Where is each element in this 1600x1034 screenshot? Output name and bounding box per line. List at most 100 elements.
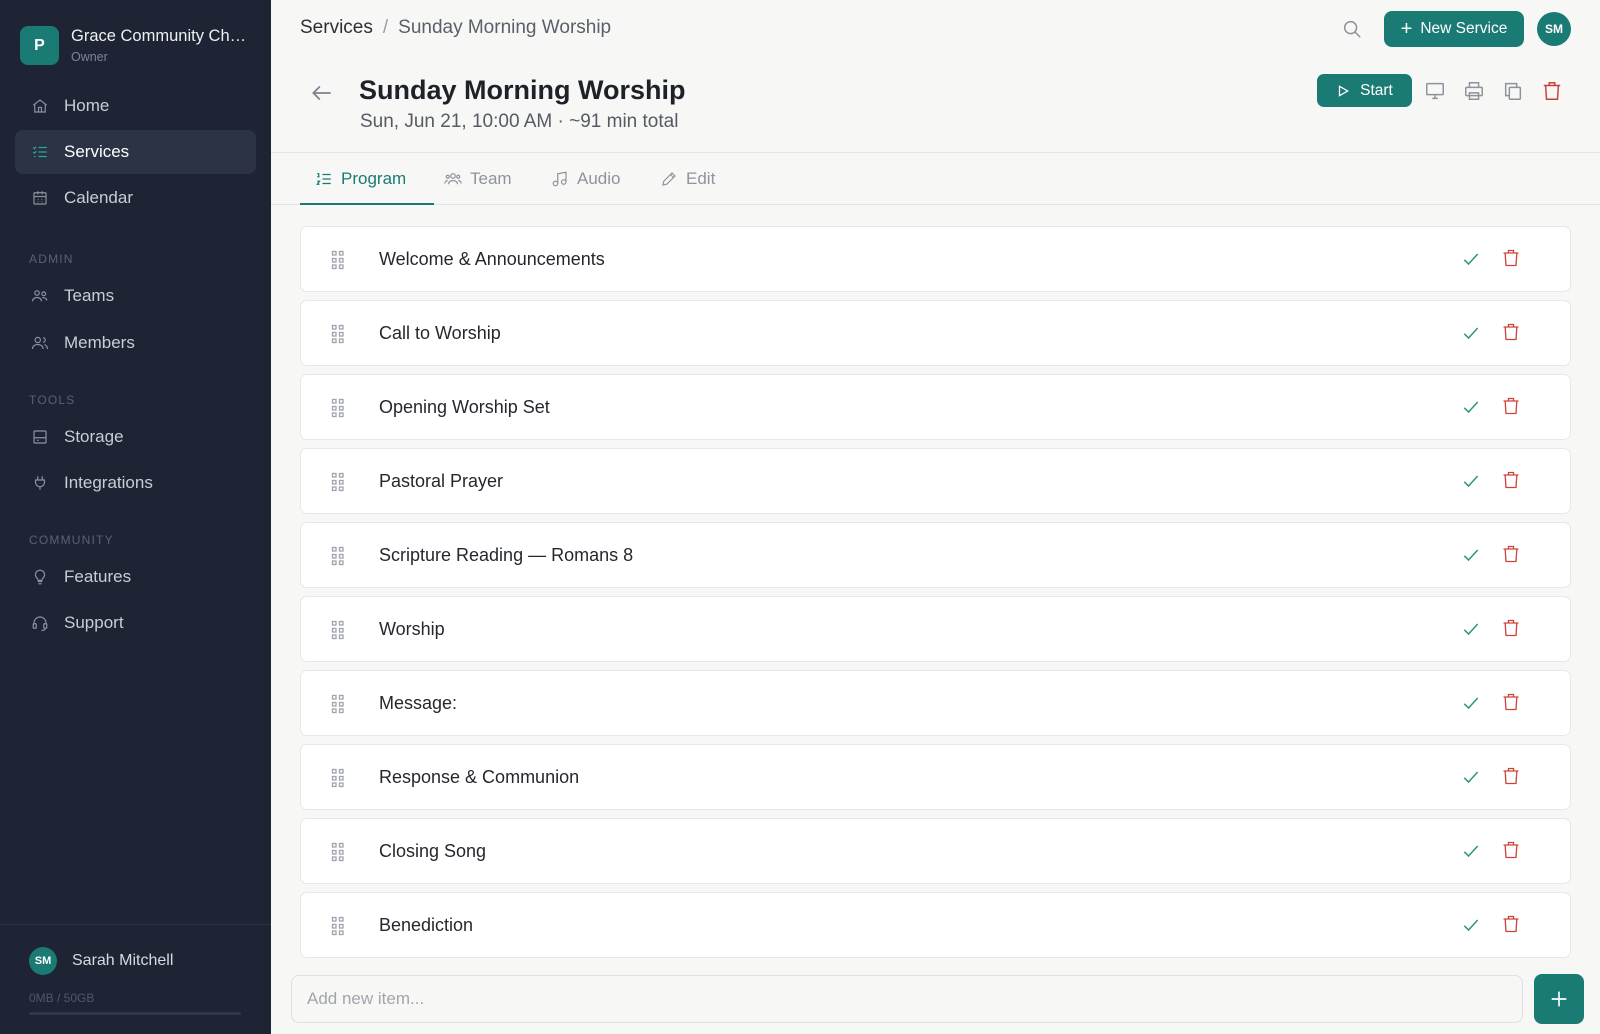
trash-icon[interactable] — [1501, 248, 1521, 270]
drag-handle-icon[interactable] — [331, 768, 345, 788]
program-item-label: Opening Worship Set — [379, 397, 550, 417]
breadcrumb-separator: / — [382, 17, 389, 38]
tab-edit[interactable]: Edit — [660, 153, 715, 205]
program-item[interactable]: Scripture Reading — Romans 8 — [300, 522, 1571, 588]
user-profile[interactable]: SM Sarah Mitchell — [29, 947, 173, 975]
program-item[interactable]: Opening Worship Set — [300, 374, 1571, 440]
headset-icon — [31, 614, 49, 632]
program-item[interactable]: Closing Song — [300, 818, 1571, 884]
user-name: Sarah Mitchell — [72, 952, 174, 969]
check-icon[interactable] — [1461, 693, 1481, 713]
sidebar-item-integrations[interactable]: Integrations — [15, 461, 256, 505]
check-icon[interactable] — [1461, 545, 1481, 565]
drag-handle-icon[interactable] — [331, 842, 345, 862]
trash-icon[interactable] — [1501, 396, 1521, 418]
sidebar: P Grace Community Church Owner Home Serv… — [0, 0, 271, 1034]
program-item-label: Message: — [379, 693, 458, 713]
drag-handle-icon[interactable] — [331, 916, 345, 936]
tab-audio[interactable]: Audio — [551, 153, 620, 205]
program-item-label: Response & Communion — [379, 767, 580, 787]
drag-handle-icon[interactable] — [331, 472, 345, 492]
tab-program[interactable]: Program — [315, 153, 406, 205]
sidebar-item-label: Members — [64, 333, 135, 352]
drag-handle-icon[interactable] — [331, 250, 345, 270]
teams-icon — [31, 287, 49, 305]
back-arrow-icon[interactable] — [309, 80, 335, 106]
lightbulb-icon — [31, 568, 49, 586]
program-item-label: Scripture Reading — Romans 8 — [379, 545, 634, 565]
tab-bar: Program Team Audio Edit — [271, 153, 1600, 205]
trash-icon[interactable] — [1501, 322, 1521, 344]
service-subtitle: Sun, Jun 21, 10:00 AM · ~91 min total — [360, 111, 679, 132]
tab-label: Program — [341, 169, 407, 188]
sidebar-item-label: Home — [64, 96, 110, 115]
check-icon[interactable] — [1461, 471, 1481, 491]
service-header: Sunday Morning Worship Sun, Jun 21, 10:0… — [271, 58, 1600, 153]
program-item[interactable]: Benediction — [300, 892, 1571, 958]
add-item-input[interactable] — [307, 989, 1522, 1009]
org-name: Grace Community Church — [71, 27, 251, 45]
drag-handle-icon[interactable] — [331, 620, 345, 640]
storage-icon — [31, 428, 49, 446]
drag-handle-icon[interactable] — [331, 694, 345, 714]
new-service-button[interactable]: + New Service — [1384, 11, 1524, 47]
section-label-community: COMMUNITY — [29, 533, 114, 547]
sidebar-item-support[interactable]: Support — [15, 601, 256, 645]
drag-handle-icon[interactable] — [331, 398, 345, 418]
trash-icon[interactable] — [1501, 470, 1521, 492]
start-button[interactable]: Start — [1317, 74, 1412, 107]
tab-label: Edit — [686, 169, 716, 188]
print-icon[interactable] — [1463, 80, 1485, 102]
add-item-button[interactable] — [1534, 974, 1584, 1024]
org-switcher[interactable]: P Grace Community Church Owner — [20, 26, 251, 65]
members-icon — [31, 334, 49, 352]
program-list-icon — [316, 173, 331, 185]
check-icon[interactable] — [1461, 249, 1481, 269]
program-item[interactable]: Call to Worship — [300, 300, 1571, 366]
check-icon[interactable] — [1461, 619, 1481, 639]
program-item[interactable]: Worship — [300, 596, 1571, 662]
trash-icon[interactable] — [1501, 914, 1521, 936]
breadcrumb: Services / Sunday Morning Worship — [300, 17, 611, 39]
sidebar-item-home[interactable]: Home — [15, 84, 256, 128]
trash-icon[interactable] — [1501, 544, 1521, 566]
avatar[interactable]: SM — [1537, 12, 1571, 46]
page-title: Sunday Morning Worship — [359, 75, 686, 105]
sidebar-item-label: Calendar — [64, 188, 133, 207]
sidebar-item-teams[interactable]: Teams — [15, 274, 256, 318]
check-icon[interactable] — [1461, 323, 1481, 343]
check-icon[interactable] — [1461, 915, 1481, 935]
monitor-icon[interactable] — [1424, 80, 1446, 102]
team-icon — [444, 173, 462, 185]
plus-icon: + — [1400, 18, 1413, 40]
breadcrumb-services[interactable]: Services — [300, 17, 373, 39]
delete-service-icon[interactable] — [1541, 80, 1563, 102]
check-icon[interactable] — [1461, 841, 1481, 861]
trash-icon[interactable] — [1501, 840, 1521, 862]
org-logo: P — [20, 26, 59, 65]
pencil-icon — [662, 172, 676, 186]
trash-icon[interactable] — [1501, 618, 1521, 640]
org-role: Owner — [71, 50, 108, 64]
sidebar-item-storage[interactable]: Storage — [15, 415, 256, 459]
drag-handle-icon[interactable] — [331, 546, 345, 566]
trash-icon[interactable] — [1501, 766, 1521, 788]
check-icon[interactable] — [1461, 397, 1481, 417]
program-item[interactable]: Pastoral Prayer — [300, 448, 1571, 514]
program-item[interactable]: Welcome & Announcements — [300, 226, 1571, 292]
copy-icon[interactable] — [1502, 80, 1524, 102]
program-item[interactable]: Response & Communion — [300, 744, 1571, 810]
sidebar-item-label: Storage — [64, 427, 124, 446]
add-item-bar — [291, 975, 1523, 1023]
program-item[interactable]: Message: — [300, 670, 1571, 736]
sidebar-item-services[interactable]: Services — [15, 130, 256, 174]
home-icon — [31, 97, 49, 115]
sidebar-item-calendar[interactable]: Calendar — [15, 176, 256, 220]
sidebar-item-features[interactable]: Features — [15, 555, 256, 599]
check-icon[interactable] — [1461, 767, 1481, 787]
drag-handle-icon[interactable] — [331, 324, 345, 344]
tab-team[interactable]: Team — [444, 153, 512, 205]
trash-icon[interactable] — [1501, 692, 1521, 714]
sidebar-item-members[interactable]: Members — [15, 321, 256, 365]
search-icon[interactable] — [1341, 18, 1363, 40]
